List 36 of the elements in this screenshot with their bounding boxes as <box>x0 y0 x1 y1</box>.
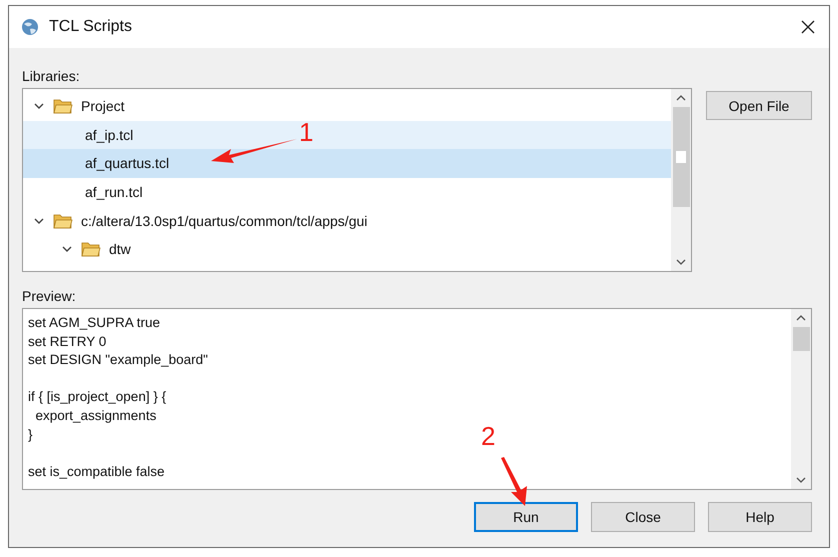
folder-icon <box>81 241 101 258</box>
scroll-thumb[interactable] <box>672 107 690 207</box>
tree-folder-label[interactable]: Project <box>81 98 125 114</box>
tree-file-item[interactable]: af_quartus.tcl <box>23 149 671 178</box>
code-line: if { [is_project_open] } { <box>28 388 166 406</box>
preview-label: Preview: <box>22 287 77 306</box>
tree-folder-label[interactable]: dtw <box>109 241 131 258</box>
folder-icon <box>53 212 73 229</box>
tree-folder-label[interactable]: c:/altera/13.0sp1/quartus/common/tcl/apps/gui <box>81 212 368 229</box>
code-line: } <box>28 426 33 444</box>
code-line: set RETRY 0 <box>28 332 106 351</box>
annotation-number: 2 <box>481 422 496 450</box>
code-line: set AGM_SUPRA true <box>28 314 160 332</box>
annotation-arrow <box>499 456 529 508</box>
folder-icon <box>53 98 73 114</box>
scroll-up-icon[interactable] <box>796 315 806 321</box>
libraries-label: Libraries: <box>22 67 81 86</box>
code-line: set DESIGN "example_board" <box>28 351 208 370</box>
scroll-thumb[interactable] <box>792 327 810 351</box>
code-line: set is_compatible false <box>28 462 165 481</box>
window-title: TCL Scripts <box>49 18 133 36</box>
tree-file-item[interactable]: af_run.tcl <box>23 178 671 206</box>
scroll-up-icon[interactable] <box>676 95 686 101</box>
scrollbar[interactable] <box>791 309 811 489</box>
open-file-button[interactable]: Open File <box>706 91 812 120</box>
scrollbar[interactable] <box>671 89 691 271</box>
dialog-button[interactable]: Help <box>708 502 812 532</box>
annotation-number: 1 <box>299 118 314 146</box>
grip-mark <box>676 151 686 163</box>
code-line: export_assignments <box>34 406 156 425</box>
scroll-down-icon[interactable] <box>676 259 686 265</box>
globe-icon <box>21 18 39 36</box>
scroll-down-icon[interactable] <box>796 477 806 483</box>
close-icon[interactable] <box>801 20 815 34</box>
dialog-button[interactable]: Close <box>591 502 695 532</box>
dialog-button[interactable]: Run <box>474 502 578 532</box>
